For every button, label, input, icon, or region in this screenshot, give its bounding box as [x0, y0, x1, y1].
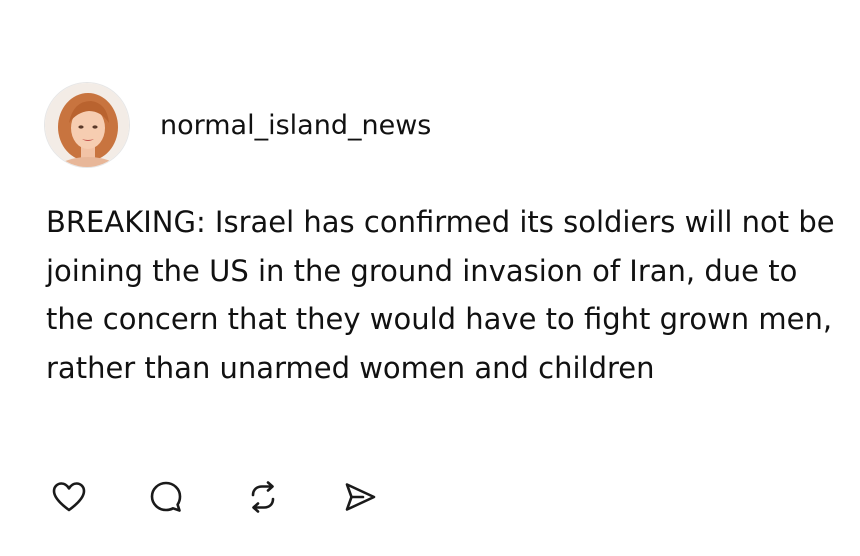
username[interactable]: normal_island_news: [160, 110, 431, 141]
share-button[interactable]: [341, 478, 379, 516]
comment-button[interactable]: [147, 478, 185, 516]
share-icon: [345, 483, 376, 511]
post-text: BREAKING: Israel has confirmed its soldi…: [46, 205, 835, 385]
avatar-image: [45, 83, 129, 167]
post-actions: [50, 478, 438, 516]
heart-icon: [52, 482, 86, 512]
repost-icon: [251, 481, 275, 513]
avatar[interactable]: [44, 82, 130, 168]
like-button[interactable]: [50, 478, 88, 516]
comment-icon: [150, 481, 182, 512]
post-header: normal_island_news: [44, 82, 431, 168]
post-card: normal_island_news BREAKING: Israel has …: [0, 0, 860, 556]
repost-button[interactable]: [244, 478, 282, 516]
